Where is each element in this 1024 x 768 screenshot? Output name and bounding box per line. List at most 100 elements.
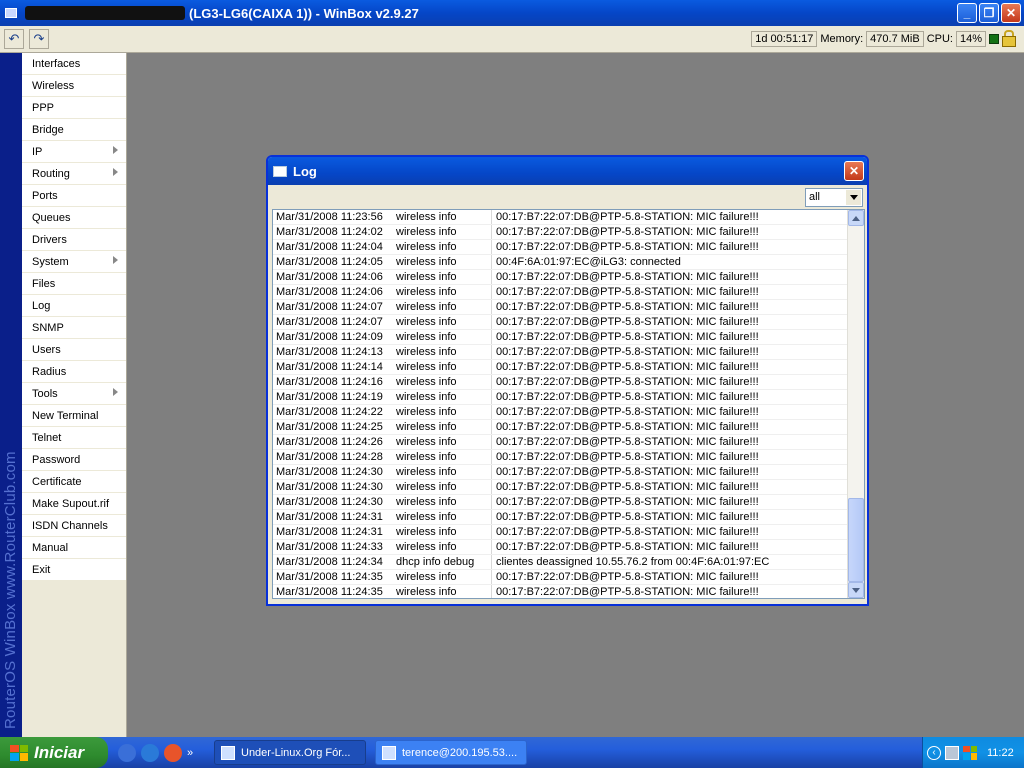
sidebar-item-ip[interactable]: IP xyxy=(22,141,126,163)
sidebar-item-bridge[interactable]: Bridge xyxy=(22,119,126,141)
log-row[interactable]: Mar/31/2008 11:24:07 wireless info 00:17:B… xyxy=(273,315,864,330)
log-row[interactable]: Mar/31/2008 11:24:30 wireless info 00:17:B… xyxy=(273,480,864,495)
log-topics: wireless info xyxy=(396,316,457,328)
log-topics: dhcp info debug xyxy=(396,556,475,568)
windows-flag-icon[interactable] xyxy=(963,745,977,760)
sidebar-item-tools[interactable]: Tools xyxy=(22,383,126,405)
scroll-thumb[interactable] xyxy=(848,498,864,582)
log-row[interactable]: Mar/31/2008 11:24:34 dhcp info debug clien… xyxy=(273,555,864,570)
log-window-titlebar[interactable]: Log ✕ xyxy=(268,157,867,185)
sidebar-item-label: PPP xyxy=(32,102,55,114)
log-row[interactable]: Mar/31/2008 11:24:30 wireless info 00:17:B… xyxy=(273,465,864,480)
sidebar-item-queues[interactable]: Queues xyxy=(22,207,126,229)
log-message: 00:17:B7:22:07:DB@PTP-5.8-STATION: MIC f… xyxy=(496,391,759,403)
topic-filter-select[interactable]: all xyxy=(805,188,863,207)
log-close-button[interactable]: ✕ xyxy=(844,161,864,181)
log-row[interactable]: Mar/31/2008 11:24:31 wireless info 00:17:B… xyxy=(273,510,864,525)
sidebar-item-manual[interactable]: Manual xyxy=(22,537,126,559)
log-row[interactable]: Mar/31/2008 11:24:06 wireless info 00:17:B… xyxy=(273,270,864,285)
log-time: Mar/31/2008 11:24:26 xyxy=(276,436,383,448)
sidebar-item-log[interactable]: Log xyxy=(22,295,126,317)
quick-launch-more[interactable]: » xyxy=(187,747,193,759)
log-row[interactable]: Mar/31/2008 11:24:16 wireless info 00:17:B… xyxy=(273,375,864,390)
column-separator xyxy=(491,390,492,404)
log-row[interactable]: Mar/31/2008 11:24:19 wireless info 00:17:B… xyxy=(273,390,864,405)
log-topics: wireless info xyxy=(396,271,457,283)
chevron-down-icon[interactable] xyxy=(846,190,861,205)
log-time: Mar/31/2008 11:24:07 xyxy=(276,301,383,313)
log-row[interactable]: Mar/31/2008 11:24:02 wireless info 00:17:B… xyxy=(273,225,864,240)
start-button[interactable]: Iniciar xyxy=(0,737,108,768)
sidebar-item-make-supout-rif[interactable]: Make Supout.rif xyxy=(22,493,126,515)
sidebar-item-ppp[interactable]: PPP xyxy=(22,97,126,119)
undo-button[interactable]: ↶ xyxy=(4,29,24,49)
column-separator xyxy=(491,450,492,464)
log-row[interactable]: Mar/31/2008 11:24:26 wireless info 00:17:B… xyxy=(273,435,864,450)
sidebar-item-radius[interactable]: Radius xyxy=(22,361,126,383)
log-time: Mar/31/2008 11:24:30 xyxy=(276,496,383,508)
scroll-up-button[interactable] xyxy=(848,210,864,226)
settings-icon[interactable] xyxy=(118,744,136,762)
sidebar-item-files[interactable]: Files xyxy=(22,273,126,295)
network-icon[interactable] xyxy=(945,745,959,760)
log-time: Mar/31/2008 11:24:05 xyxy=(276,256,383,268)
title-bar[interactable]: (LG3-LG6(CAIXA 1)) - WinBox v2.9.27 _ ❐ … xyxy=(0,0,1024,26)
maximize-button[interactable]: ❐ xyxy=(979,3,999,23)
sidebar-item-system[interactable]: System xyxy=(22,251,126,273)
vertical-scrollbar[interactable] xyxy=(847,210,864,598)
sidebar-item-wireless[interactable]: Wireless xyxy=(22,75,126,97)
log-time: Mar/31/2008 11:24:25 xyxy=(276,421,383,433)
log-row[interactable]: Mar/31/2008 11:24:14 wireless info 00:17:B… xyxy=(273,360,864,375)
firefox-icon[interactable] xyxy=(164,744,182,762)
log-list[interactable]: Mar/31/2008 11:23:56 wireless info 00:17:B… xyxy=(272,209,865,599)
log-row[interactable]: Mar/31/2008 11:24:28 wireless info 00:17:B… xyxy=(273,450,864,465)
tray-expand-icon[interactable]: ‹ xyxy=(927,745,941,760)
log-row[interactable]: Mar/31/2008 11:24:31 wireless info 00:17:B… xyxy=(273,525,864,540)
log-row[interactable]: Mar/31/2008 11:24:25 wireless info 00:17:B… xyxy=(273,420,864,435)
sidebar-item-routing[interactable]: Routing xyxy=(22,163,126,185)
winbox-app-icon xyxy=(5,8,17,18)
taskbar-button[interactable]: terence@200.195.53.... xyxy=(375,740,527,765)
log-message: 00:17:B7:22:07:DB@PTP-5.8-STATION: MIC f… xyxy=(496,406,759,418)
minimize-button[interactable]: _ xyxy=(957,3,977,23)
sidebar-item-exit[interactable]: Exit xyxy=(22,559,126,581)
log-row[interactable]: Mar/31/2008 11:24:04 wireless info 00:17:B… xyxy=(273,240,864,255)
log-row[interactable]: Mar/31/2008 11:23:56 wireless info 00:17:B… xyxy=(273,210,864,225)
log-time: Mar/31/2008 11:24:04 xyxy=(276,241,383,253)
sidebar-item-snmp[interactable]: SNMP xyxy=(22,317,126,339)
sidebar-item-password[interactable]: Password xyxy=(22,449,126,471)
sidebar-item-interfaces[interactable]: Interfaces xyxy=(22,53,126,75)
log-window-title: Log xyxy=(293,163,317,179)
sidebar-item-new-terminal[interactable]: New Terminal xyxy=(22,405,126,427)
sidebar-item-ports[interactable]: Ports xyxy=(22,185,126,207)
log-row[interactable]: Mar/31/2008 11:24:07 wireless info 00:17:B… xyxy=(273,300,864,315)
log-row[interactable]: Mar/31/2008 11:24:09 wireless info 00:17:B… xyxy=(273,330,864,345)
log-message: 00:17:B7:22:07:DB@PTP-5.8-STATION: MIC f… xyxy=(496,541,759,553)
close-button[interactable]: ✕ xyxy=(1001,3,1021,23)
log-topics: wireless info xyxy=(396,571,457,583)
redo-button[interactable]: ↷ xyxy=(29,29,49,49)
log-message: 00:17:B7:22:07:DB@PTP-5.8-STATION: MIC f… xyxy=(496,466,759,478)
log-row[interactable]: Mar/31/2008 11:24:35 wireless info 00:17:B… xyxy=(273,585,864,598)
log-row[interactable]: Mar/31/2008 11:24:22 wireless info 00:17:B… xyxy=(273,405,864,420)
sidebar-item-telnet[interactable]: Telnet xyxy=(22,427,126,449)
sidebar-item-users[interactable]: Users xyxy=(22,339,126,361)
taskbar-button[interactable]: Under-Linux.Org Fór... xyxy=(214,740,366,765)
log-row[interactable]: Mar/31/2008 11:24:30 wireless info 00:17:B… xyxy=(273,495,864,510)
column-separator xyxy=(491,555,492,569)
internet-explorer-icon[interactable] xyxy=(141,744,159,762)
log-row[interactable]: Mar/31/2008 11:24:33 wireless info 00:17:B… xyxy=(273,540,864,555)
log-row[interactable]: Mar/31/2008 11:24:05 wireless info 00:4F:6… xyxy=(273,255,864,270)
log-row[interactable]: Mar/31/2008 11:24:13 wireless info 00:17:B… xyxy=(273,345,864,360)
column-separator xyxy=(491,540,492,554)
sidebar-item-isdn-channels[interactable]: ISDN Channels xyxy=(22,515,126,537)
sidebar-item-certificate[interactable]: Certificate xyxy=(22,471,126,493)
scroll-down-button[interactable] xyxy=(848,582,864,598)
memory-value: 470.7 MiB xyxy=(866,31,924,47)
log-time: Mar/31/2008 11:24:30 xyxy=(276,481,383,493)
log-row[interactable]: Mar/31/2008 11:24:35 wireless info 00:17:B… xyxy=(273,570,864,585)
log-filter-bar: all xyxy=(268,185,867,207)
log-row[interactable]: Mar/31/2008 11:24:06 wireless info 00:17:B… xyxy=(273,285,864,300)
sidebar-item-drivers[interactable]: Drivers xyxy=(22,229,126,251)
log-topics: wireless info xyxy=(396,256,457,268)
